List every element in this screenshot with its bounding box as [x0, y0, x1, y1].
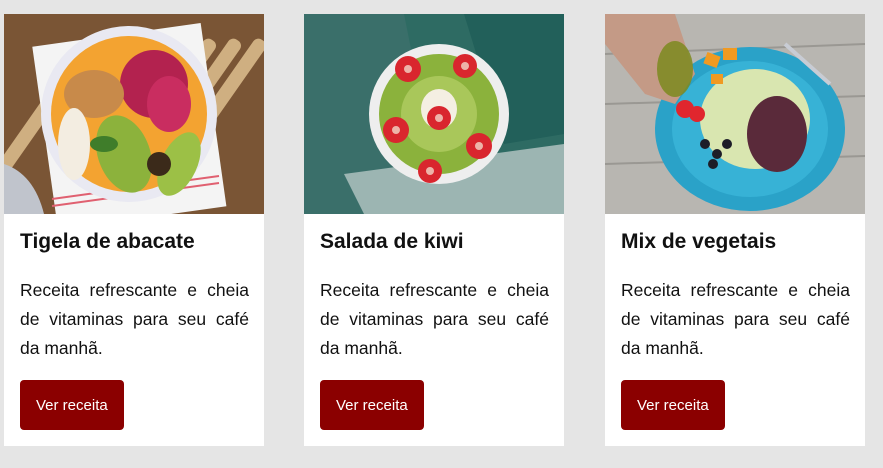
kiwi-salad-photo — [304, 14, 564, 214]
view-recipe-button[interactable]: Ver receita — [621, 380, 725, 430]
recipe-card-avocado: Tigela de abacate Receita refrescante e … — [4, 14, 264, 446]
vegetable-mix-photo — [605, 14, 865, 214]
recipe-cards: Tigela de abacate Receita refrescante e … — [0, 0, 883, 468]
card-title: Tigela de abacate — [20, 230, 195, 253]
recipe-card-kiwi: Salada de kiwi Receita refrescante e che… — [304, 14, 564, 446]
view-recipe-button[interactable]: Ver receita — [320, 380, 424, 430]
avocado-bowl-photo — [4, 14, 264, 214]
card-title: Salada de kiwi — [320, 230, 464, 253]
card-title: Mix de vegetais — [621, 230, 777, 253]
recipe-card-vegetables: Mix de vegetais Receita refrescante e ch… — [605, 14, 865, 446]
card-description: Receita refrescante e cheia de vitaminas… — [621, 280, 850, 358]
card-description: Receita refrescante e cheia de vitaminas… — [320, 280, 549, 358]
card-description: Receita refrescante e cheia de vitaminas… — [20, 280, 249, 358]
view-recipe-button[interactable]: Ver receita — [20, 380, 124, 430]
